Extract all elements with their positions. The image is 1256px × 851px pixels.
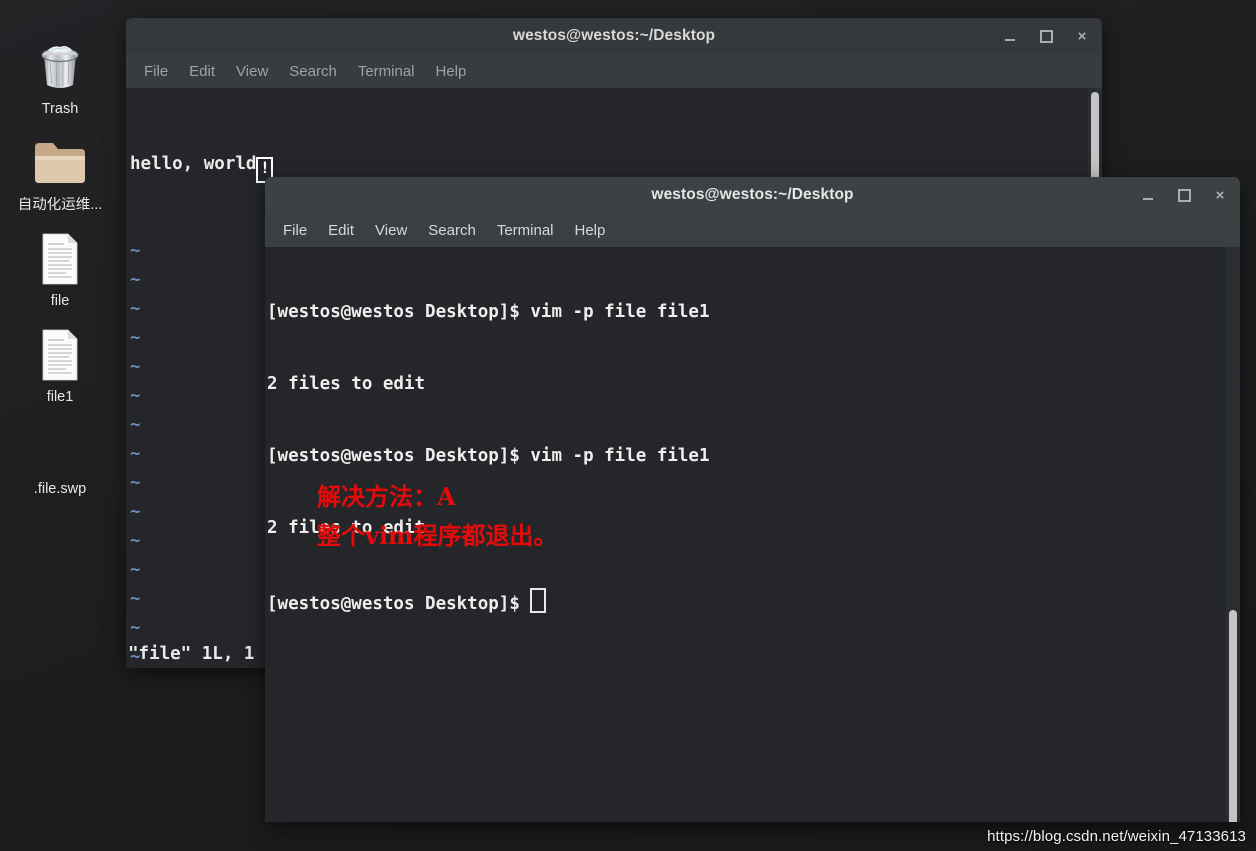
menu-item-terminal[interactable]: Terminal (489, 219, 562, 242)
shell-scrollbar-thumb[interactable] (1229, 610, 1237, 822)
desktop-icon-file[interactable]: file (4, 230, 116, 310)
desktop-icon-trash[interactable]: Trash (4, 38, 116, 118)
folder-icon (30, 134, 90, 192)
desktop-icon-label: file (50, 293, 70, 309)
window-controls: × (1140, 187, 1228, 203)
document-icon (30, 230, 90, 288)
document-icon (30, 326, 90, 384)
shell-line: [westos@westos Desktop]$ vim -p file fil… (267, 446, 710, 466)
menu-item-edit[interactable]: Edit (181, 60, 223, 83)
desktop-icon-column: Trash 自动化运维... file file1 .file.swp (0, 38, 120, 514)
vim-status-line: "file" 1L, 1 (128, 644, 255, 664)
shell-prompt-line: [westos@westos Desktop]$ (267, 588, 1240, 614)
desktop-icon-label: file1 (46, 389, 74, 405)
menu-item-help[interactable]: Help (428, 60, 475, 83)
menubar-shell: File Edit View Search Terminal Help (265, 213, 1240, 247)
trash-icon (30, 38, 90, 96)
menu-item-help[interactable]: Help (567, 219, 614, 242)
maximize-button[interactable] (1176, 187, 1192, 203)
annotation-text: 解决方法：A 整个vim程序都退出。 (317, 477, 557, 555)
close-icon[interactable]: × (1212, 187, 1228, 203)
desktop-icon-file1[interactable]: file1 (4, 326, 116, 406)
menu-item-edit[interactable]: Edit (320, 219, 362, 242)
window-title: westos@westos:~/Desktop (512, 27, 716, 44)
shell-cursor (530, 588, 547, 613)
menu-item-file[interactable]: File (136, 60, 176, 83)
shell-line: 2 files to edit (267, 374, 426, 394)
titlebar-shell[interactable]: westos@westos:~/Desktop × (265, 177, 1240, 213)
menu-item-search[interactable]: Search (281, 60, 345, 83)
desktop-icon-label: Trash (41, 101, 79, 117)
terminal-window-shell[interactable]: westos@westos:~/Desktop × File Edit View… (265, 177, 1240, 822)
menu-item-view[interactable]: View (367, 219, 415, 242)
desktop-icon-label: 自动化运维... (17, 197, 103, 213)
shell-scrollbar[interactable] (1226, 247, 1240, 822)
menu-item-file[interactable]: File (275, 219, 315, 242)
titlebar-vim[interactable]: westos@westos:~/Desktop × (126, 18, 1102, 54)
desktop-icon-folder[interactable]: 自动化运维... (4, 134, 116, 214)
vim-buffer-line-1: hello, world! (128, 150, 1102, 183)
desktop-icon-label: .file.swp (33, 481, 87, 497)
watermark: https://blog.csdn.net/weixin_47133613 (987, 828, 1246, 845)
window-title: westos@westos:~/Desktop (651, 186, 854, 203)
window-controls: × (1002, 28, 1090, 44)
shell-prompt: [westos@westos Desktop]$ (267, 594, 531, 614)
shell-body[interactable]: [westos@westos Desktop]$ vim -p file fil… (265, 247, 1240, 822)
annotation-line-1: 解决方法：A (317, 482, 456, 511)
close-icon[interactable]: × (1074, 28, 1090, 44)
desktop-background: Trash 自动化运维... file file1 .file.swp west… (0, 0, 1256, 851)
shell-line: [westos@westos Desktop]$ vim -p file fil… (267, 302, 710, 322)
maximize-button[interactable] (1038, 28, 1054, 44)
annotation-line-2: 整个vim程序都退出。 (317, 521, 558, 550)
desktop-icon-swapfile[interactable]: .file.swp (4, 476, 116, 498)
minimize-button[interactable] (1002, 28, 1018, 44)
minimize-button[interactable] (1140, 187, 1156, 203)
vim-buffer-text: hello, world (130, 154, 257, 174)
menubar-vim: File Edit View Search Terminal Help (126, 54, 1102, 88)
menu-item-terminal[interactable]: Terminal (350, 60, 423, 83)
menu-item-view[interactable]: View (228, 60, 276, 83)
menu-item-search[interactable]: Search (420, 219, 484, 242)
